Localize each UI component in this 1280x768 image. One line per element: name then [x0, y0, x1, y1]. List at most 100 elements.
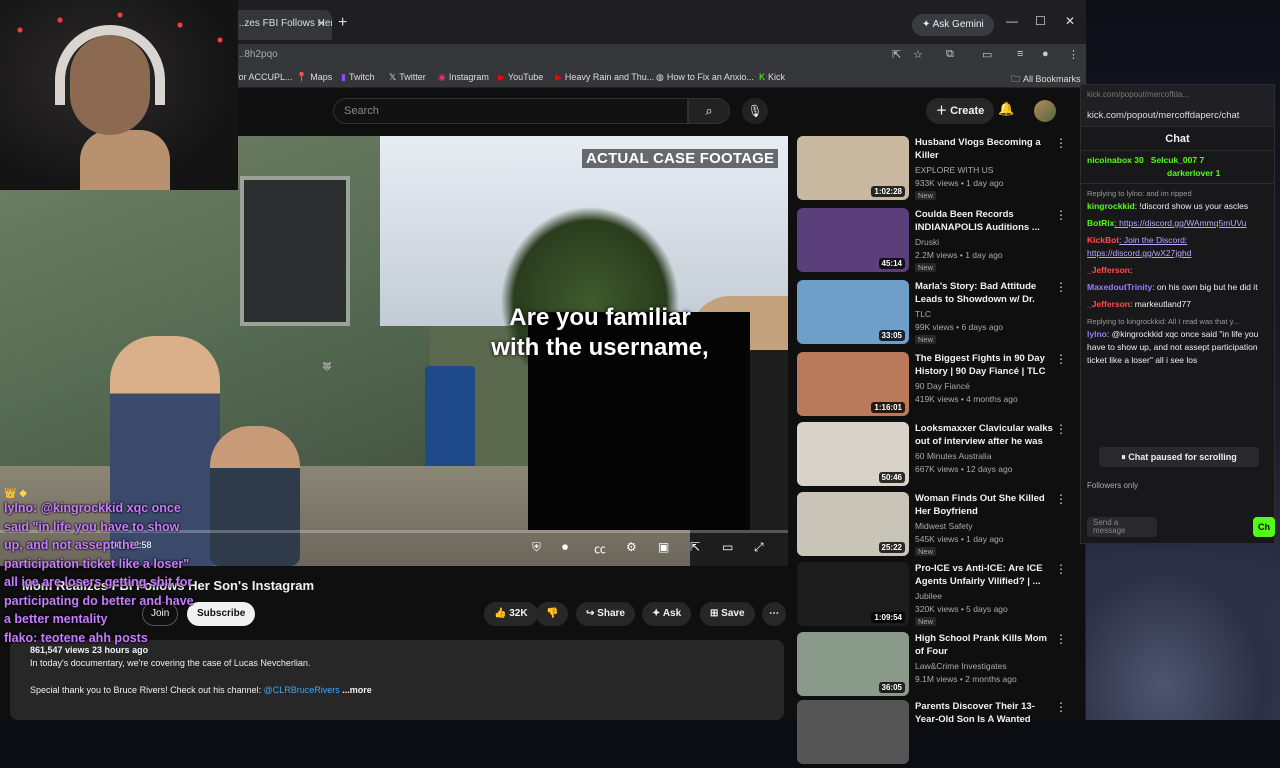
bookmark-youtube[interactable]: ▶ YouTube — [498, 72, 543, 83]
ask-button[interactable]: ✦ Ask — [642, 602, 692, 626]
bookmark-accupl[interactable]: for ACCUPL... — [236, 72, 293, 82]
maximize-icon[interactable]: ☐ — [1035, 14, 1046, 28]
video-thumbnail[interactable] — [797, 700, 909, 764]
show-more-button[interactable]: ...more — [342, 685, 372, 695]
menu-icon[interactable]: ⋮ — [1068, 48, 1079, 61]
recommended-channel[interactable]: Midwest Safety — [915, 521, 973, 531]
recommended-video[interactable]: 1:09:54 Pro-ICE vs Anti-ICE: Are ICE Agen… — [797, 562, 1077, 630]
chat-send-button[interactable]: Ch — [1253, 517, 1275, 537]
video-thumbnail[interactable]: 1:09:54 — [797, 562, 909, 626]
video-thumbnail[interactable]: 36:05 — [797, 632, 909, 696]
more-options-icon[interactable]: ⋮ — [1055, 492, 1067, 506]
more-options-icon[interactable]: ⋮ — [1055, 632, 1067, 646]
create-button[interactable]: ＋ Create — [926, 98, 995, 124]
autoplay-toggle[interactable]: ⏺ — [562, 540, 568, 555]
recommended-channel[interactable]: Jubilee — [915, 591, 942, 601]
video-thumbnail[interactable]: 1:16:01 — [797, 352, 909, 416]
chat-message-input[interactable]: Send a message — [1087, 517, 1157, 537]
recommended-video[interactable]: 45:14 Coulda Been Records INDIANAPOLIS Au… — [797, 208, 1077, 276]
search-input[interactable]: Search — [333, 98, 688, 124]
fullscreen-icon[interactable]: ⤢ — [754, 540, 764, 555]
recommended-title[interactable]: Coulda Been Records INDIANAPOLIS Auditio… — [915, 208, 1053, 234]
active-tab[interactable]: ...zes FBI Follows Her S... ✕ — [228, 10, 332, 40]
bookmark-maps[interactable]: 📍 Maps — [296, 72, 332, 83]
video-thumbnail[interactable]: 1:02:28 — [797, 136, 909, 200]
dislike-button[interactable]: 👎 — [536, 602, 569, 626]
channel-link[interactable]: @CLRBruceRivers — [264, 685, 340, 695]
bookmark-twitch[interactable]: ▮ Twitch — [341, 72, 374, 83]
recommended-title[interactable]: Parents Discover Their 13-Year-Old Son I… — [915, 700, 1053, 726]
gifter-1[interactable]: nicoinabox 30 — [1087, 155, 1144, 165]
chat-paused-button[interactable]: ⏸ Chat paused for scrolling — [1099, 447, 1259, 467]
recommended-channel[interactable]: Druski — [915, 237, 939, 247]
save-button[interactable]: ⊞ Save — [700, 602, 755, 626]
video-thumbnail[interactable]: 45:14 — [797, 208, 909, 272]
like-button[interactable]: 👍 32K — [484, 602, 538, 626]
recommended-video[interactable]: 1:02:28 Husband Vlogs Becoming a Killer EX… — [797, 136, 1077, 204]
sidebar-icon[interactable]: ▭ — [982, 48, 992, 61]
video-thumbnail[interactable]: 33:05 — [797, 280, 909, 344]
recommended-title[interactable]: Pro-ICE vs Anti-ICE: Are ICE Agents Unfa… — [915, 562, 1053, 588]
voice-search-button[interactable]: 🎙 — [742, 98, 768, 124]
more-options-icon[interactable]: ⋮ — [1055, 562, 1067, 576]
recommended-video[interactable]: 36:05 High School Prank Kills Mom of Four… — [797, 632, 1077, 700]
recommended-video[interactable]: Parents Discover Their 13-Year-Old Son I… — [797, 700, 1077, 768]
recommended-channel[interactable]: 90 Day Fiancé — [915, 381, 970, 391]
recommended-video[interactable]: 50:46 Looksmaxxer Clavicular walks out of… — [797, 422, 1077, 490]
search-button[interactable]: ⌕ — [688, 98, 730, 124]
recommended-video[interactable]: 25:22 Woman Finds Out She Killed Her Boyf… — [797, 492, 1077, 560]
more-options-icon[interactable]: ⋮ — [1055, 700, 1067, 714]
recommended-video[interactable]: 1:16:01 The Biggest Fights in 90 Day Hist… — [797, 352, 1077, 420]
close-window-icon[interactable]: ✕ — [1065, 14, 1075, 28]
account-avatar[interactable] — [1034, 100, 1056, 122]
all-bookmarks[interactable]: 🗀 All Bookmarks — [1011, 72, 1081, 88]
more-options-icon[interactable]: ⋮ — [1055, 280, 1067, 294]
more-options-icon[interactable]: ⋮ — [1055, 208, 1067, 222]
recommended-video[interactable]: 33:05 Marla's Story: Bad Attitude Leads t… — [797, 280, 1077, 348]
more-options-icon[interactable]: ⋮ — [1055, 352, 1067, 366]
extension-icon[interactable]: ⧉ — [946, 48, 954, 61]
video-thumbnail[interactable]: 25:22 — [797, 492, 909, 556]
chat-username[interactable]: BotRix — [1087, 218, 1114, 228]
bookmark-twitter[interactable]: 𝕏 Twitter — [389, 72, 426, 83]
recommended-channel[interactable]: EXPLORE WITH US — [915, 165, 993, 175]
recommended-title[interactable]: High School Prank Kills Mom of Four — [915, 632, 1053, 658]
recommended-title[interactable]: Looksmaxxer Clavicular walks out of inte… — [915, 422, 1053, 448]
recommended-title[interactable]: The Biggest Fights in 90 Day History | 9… — [915, 352, 1053, 378]
notifications-bell-icon[interactable]: 🔔 — [998, 101, 1014, 117]
close-tab-icon[interactable]: ✕ — [317, 17, 326, 30]
settings-gear-icon[interactable]: ⚙ — [626, 540, 637, 554]
chat-username[interactable]: KickBot — [1087, 235, 1119, 245]
media-icon[interactable]: ≡ — [1017, 48, 1023, 60]
cast-icon[interactable]: ⇱ — [690, 540, 700, 554]
chat-username[interactable]: lylno — [1087, 329, 1107, 339]
bookmark-instagram[interactable]: ◉ Instagram — [438, 72, 489, 83]
ask-gemini-button[interactable]: ✦ Ask Gemini — [912, 14, 994, 36]
video-thumbnail[interactable]: 50:46 — [797, 422, 909, 486]
bookmark-star-icon[interactable]: ☆ — [913, 48, 923, 61]
bookmark-heavy-rain[interactable]: ▶ Heavy Rain and Thu... — [555, 72, 654, 83]
bookmark-kick[interactable]: K Kick — [759, 72, 785, 82]
more-actions-button[interactable]: ⋯ — [762, 602, 786, 626]
profile-icon[interactable]: ● — [1042, 48, 1049, 60]
miniplayer-icon[interactable]: ▣ — [658, 540, 669, 554]
recommended-channel[interactable]: Law&Crime Investigates — [915, 661, 1007, 671]
captions-icon[interactable]: ㏄ — [594, 540, 606, 557]
cast-icon[interactable]: ⇱ — [892, 48, 901, 61]
subscribe-button[interactable]: Subscribe — [187, 602, 256, 626]
chat-username[interactable]: MaxedoutTrinity — [1087, 282, 1152, 292]
recommended-channel[interactable]: TLC — [915, 309, 931, 319]
gifter-2[interactable]: Selcuk_007 7 — [1151, 155, 1204, 165]
share-button[interactable]: ↪ Share — [576, 602, 635, 626]
chat-username[interactable]: kingrockkid — [1087, 201, 1135, 211]
chat-username[interactable]: _Jefferson — [1087, 299, 1130, 309]
more-options-icon[interactable]: ⋮ — [1055, 136, 1067, 150]
gifter-3[interactable]: darkerlover 1 — [1167, 168, 1220, 178]
chapter-icon[interactable]: ⛨ — [532, 540, 541, 555]
recommended-title[interactable]: Husband Vlogs Becoming a Killer — [915, 136, 1053, 162]
recommended-channel[interactable]: 60 Minutes Australia — [915, 451, 992, 461]
recommended-title[interactable]: Marla's Story: Bad Attitude Leads to Sho… — [915, 280, 1053, 306]
chat-username[interactable]: _Jefferson — [1087, 265, 1130, 275]
recommended-title[interactable]: Woman Finds Out She Killed Her Boyfriend — [915, 492, 1053, 518]
bookmark-anxiety[interactable]: ◍ How to Fix an Anxio... — [656, 72, 754, 83]
